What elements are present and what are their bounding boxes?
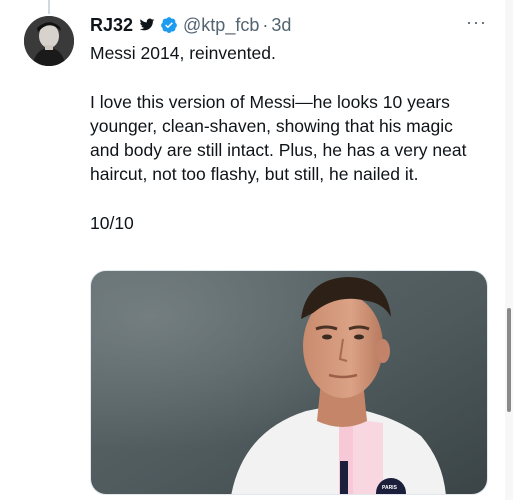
scrollbar-track[interactable] <box>505 0 513 500</box>
timestamp[interactable]: 3d <box>271 15 291 36</box>
display-name[interactable]: RJ32 <box>90 15 133 36</box>
bird-icon <box>139 18 155 31</box>
scrollbar-thumb[interactable] <box>507 308 511 412</box>
tweet-photo[interactable]: PARIS <box>90 270 488 495</box>
jersey-crest-text: PARIS <box>382 485 397 491</box>
separator-dot: · <box>262 14 269 35</box>
tweet-text-rating: 10/10 <box>90 213 134 233</box>
photo-image <box>91 271 487 494</box>
avatar[interactable] <box>24 16 74 66</box>
verified-icon <box>161 17 177 33</box>
tweet[interactable]: RJ32 @ktp_fcb · 3d ··· Messi 2014, reinv… <box>90 12 492 235</box>
thread-connector-line <box>48 0 50 14</box>
tweet-text-body: I love this version of Messi—he looks 10… <box>90 92 467 184</box>
tweet-text-line1: Messi 2014, reinvented. <box>90 43 276 63</box>
more-icon[interactable]: ··· <box>466 13 488 34</box>
avatar-image <box>24 16 74 66</box>
tweet-header: RJ32 @ktp_fcb · 3d <box>90 12 492 38</box>
handle[interactable]: @ktp_fcb <box>183 15 259 36</box>
